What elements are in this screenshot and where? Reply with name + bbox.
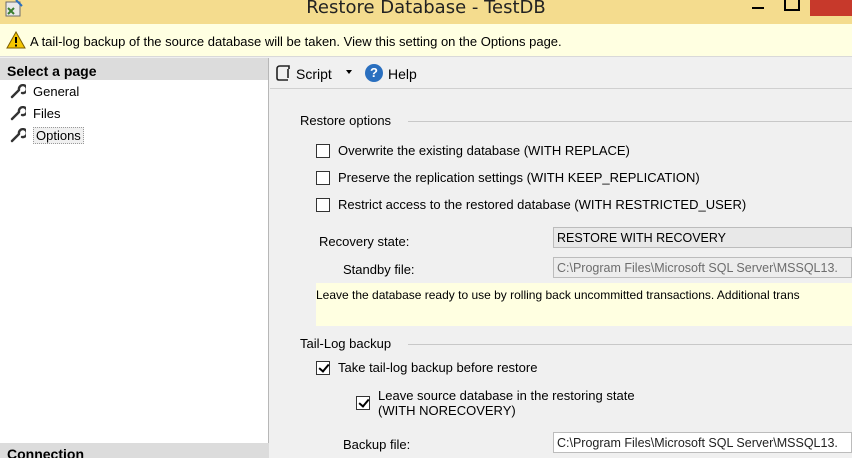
title-bar: Restore Database - TestDB [0, 0, 852, 24]
recovery-state-label: Recovery state: [319, 234, 410, 249]
preserve-replication-checkbox-row[interactable]: Preserve the replication settings (WITH … [316, 170, 700, 185]
script-button[interactable]: Script [296, 66, 332, 82]
restore-options-title: Restore options [300, 113, 392, 128]
preserve-replication-checkbox[interactable] [316, 171, 330, 185]
select-page-header: Select a page [0, 58, 268, 80]
help-button[interactable]: Help [388, 66, 417, 82]
script-icon[interactable] [275, 64, 293, 82]
sidebar-item-options[interactable]: Options [0, 124, 268, 146]
leave-restoring-checkbox-row[interactable]: Leave source database in the restoring s… [356, 388, 635, 418]
tail-log-backup-title: Tail-Log backup [300, 336, 392, 351]
sidebar-item-label: Options [33, 127, 84, 144]
overwrite-checkbox-row[interactable]: Overwrite the existing database (WITH RE… [316, 143, 630, 158]
sidebar-item-general[interactable]: General [0, 80, 268, 102]
overwrite-checkbox[interactable] [316, 144, 330, 158]
warning-icon [6, 31, 26, 49]
divider [408, 121, 852, 122]
take-tail-log-checkbox-row[interactable]: Take tail-log backup before restore [316, 360, 537, 375]
warning-bar: A tail-log backup of the source database… [0, 24, 852, 57]
restrict-access-label: Restrict access to the restored database… [338, 197, 747, 212]
window-title: Restore Database - TestDB [306, 0, 546, 18]
page-selector-sidebar: Select a page General Files Options Conn… [0, 58, 269, 458]
overwrite-label: Overwrite the existing database (WITH RE… [338, 143, 630, 158]
wrench-icon [10, 84, 26, 99]
connection-header: Connection [0, 443, 269, 458]
options-page: Restore options Overwrite the existing d… [270, 90, 852, 458]
warning-text: A tail-log backup of the source database… [30, 34, 562, 49]
standby-file-label: Standby file: [343, 262, 415, 277]
close-button[interactable] [810, 0, 852, 16]
maximize-button[interactable] [781, 0, 801, 14]
backup-file-label: Backup file: [343, 437, 411, 452]
recovery-description: Leave the database ready to use by rolli… [316, 283, 852, 326]
preserve-replication-label: Preserve the replication settings (WITH … [338, 170, 700, 185]
standby-file-input[interactable]: C:\Program Files\Microsoft SQL Server\MS… [553, 257, 852, 278]
backup-file-input[interactable]: C:\Program Files\Microsoft SQL Server\MS… [553, 432, 852, 453]
wrench-icon [10, 106, 26, 121]
take-tail-log-checkbox[interactable] [316, 361, 330, 375]
minimize-button[interactable] [748, 0, 770, 16]
leave-restoring-label-2: (WITH NORECOVERY) [378, 403, 516, 418]
divider [408, 344, 852, 345]
wrench-icon [10, 128, 26, 143]
sidebar-item-files[interactable]: Files [0, 102, 268, 124]
leave-restoring-label: Leave source database in the restoring s… [378, 388, 635, 403]
script-dropdown-icon[interactable] [346, 70, 354, 76]
restrict-access-checkbox-row[interactable]: Restrict access to the restored database… [316, 197, 746, 212]
restrict-access-checkbox[interactable] [316, 198, 330, 212]
leave-restoring-checkbox[interactable] [356, 396, 370, 410]
recovery-state-select[interactable]: RESTORE WITH RECOVERY [553, 227, 852, 248]
sidebar-item-label: Files [33, 106, 61, 121]
sidebar-item-label: General [33, 84, 80, 99]
toolbar: Script ? Help [270, 58, 852, 89]
take-tail-log-label: Take tail-log backup before restore [338, 360, 538, 375]
help-icon[interactable]: ? [365, 64, 383, 82]
